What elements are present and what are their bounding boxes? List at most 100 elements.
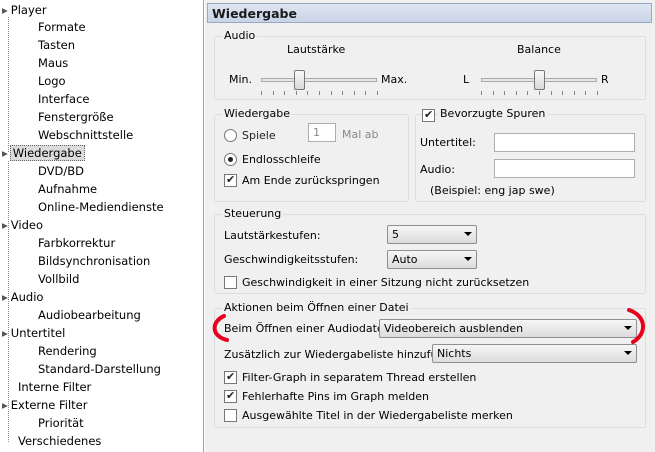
bad-pins-checkbox[interactable] (224, 389, 237, 403)
tree-node-wiedergabe[interactable]: ▸ Wiedergabe (2, 145, 85, 161)
slider-tick (272, 91, 274, 95)
slider-tick (284, 91, 286, 95)
tree-node-untertitel[interactable]: ▸ Untertitel (2, 325, 65, 341)
bad-pins-label: Fehlerhafte Pins im Graph melden (242, 390, 429, 403)
tree-item-label: Aufnahme (38, 182, 98, 196)
volume-steps-label: Lautstärkestufen: (224, 229, 321, 242)
annotation-bracket-left (212, 314, 229, 342)
loop-radio[interactable] (224, 153, 237, 166)
tree-item-label: Farbkorrektur (38, 236, 116, 250)
tree-item-label: Rendering (38, 344, 97, 358)
tree-item-verschiedenes[interactable]: Verschiedenes (18, 433, 101, 449)
tree-item-maus[interactable]: Maus (38, 55, 68, 71)
slider-tick (319, 91, 320, 95)
tree-item-label: Maus (38, 56, 69, 70)
slider-tick (585, 91, 587, 95)
tree-item-standard-darstellung[interactable]: Standard-Darstellung (38, 361, 161, 377)
preferred-tracks-checkbox[interactable] (422, 108, 435, 122)
playback-group: Wiedergabe Spiele 1 Mal ab Endlosschleif… (214, 107, 409, 202)
settings-panel: Wiedergabe Audio Lautstärke Min. Max. Ba… (205, 0, 655, 452)
tree-item-fenstergroesse[interactable]: Fenstergröße (38, 109, 114, 125)
tree-item-label: DVD/BD (38, 164, 84, 178)
tree-item-label: Player (10, 3, 47, 17)
tree-node-externe-filter[interactable]: ▸ Externe Filter (2, 397, 87, 413)
tree-item-label: Video (10, 218, 44, 232)
filter-thread-checkbox[interactable] (224, 370, 237, 384)
tree-item-label: Interface (38, 92, 90, 106)
tree-item-bildsynchronisation[interactable]: Bildsynchronisation (38, 253, 150, 269)
speed-steps-dropdown[interactable]: Auto (387, 250, 477, 269)
tree-item-label: Priorität (38, 416, 84, 430)
balance-left-label: L (463, 73, 470, 86)
preferred-tracks-group: Bevorzugte Spuren Untertitel: Audio: (Be… (415, 107, 646, 202)
volume-slider-track (261, 78, 377, 82)
balance-right-label: R (601, 73, 609, 86)
volume-steps-dropdown[interactable]: 5 (387, 225, 477, 244)
rewind-checkbox[interactable] (224, 173, 237, 187)
remember-titles-checkbox[interactable] (224, 409, 237, 422)
tree-item-aufnahme[interactable]: Aufnahme (38, 181, 97, 197)
slider-tick (492, 91, 494, 95)
tree-node-player[interactable]: ▸ Player (2, 2, 47, 18)
volume-steps-value: 5 (392, 228, 399, 241)
tree-item-rendering[interactable]: Rendering (38, 343, 97, 359)
tree-item-dvdbd[interactable]: DVD/BD (38, 163, 84, 179)
tree-item-audiobearbeitung[interactable]: Audiobearbeitung (38, 307, 141, 323)
slider-tick (527, 91, 529, 95)
tree-item-label: Fenstergröße (38, 110, 114, 124)
settings-tree: ▸ Player Formate Tasten Maus Logo Interfa… (0, 0, 204, 452)
tree-item-tasten[interactable]: Tasten (38, 37, 75, 53)
tree-item-formate[interactable]: Formate (38, 19, 86, 35)
slider-tick (307, 91, 309, 95)
volume-min-label: Min. (229, 73, 253, 86)
slider-tick (597, 91, 598, 95)
tree-item-online-mediendienste[interactable]: Online-Mediendienste (38, 199, 164, 215)
tree-item-prioritaet[interactable]: Priorität (38, 415, 84, 431)
tree-node-video[interactable]: ▸ Video (2, 217, 43, 233)
tree-item-label-selected: Wiedergabe (9, 145, 85, 161)
slider-tick (515, 91, 517, 95)
slider-tick (261, 91, 262, 95)
tree-item-logo[interactable]: Logo (38, 73, 66, 89)
tree-item-label: Audio (10, 290, 44, 304)
tree-item-label: Audiobearbeitung (38, 308, 141, 322)
playback-group-title: Wiedergabe (222, 107, 293, 120)
tree-item-vollbild[interactable]: Vollbild (38, 271, 79, 287)
slider-tick (550, 91, 552, 95)
tree-item-label: Standard-Darstellung (38, 362, 161, 376)
balance-slider-thumb[interactable] (534, 70, 545, 90)
slider-tick (330, 91, 332, 95)
tree-item-farbkorrektur[interactable]: Farbkorrektur (38, 235, 115, 251)
tree-item-label: Formate (38, 20, 86, 34)
audio-language-input[interactable] (494, 159, 635, 178)
page-title: Wiedergabe (212, 6, 297, 21)
subtitle-label: Untertitel: (420, 136, 476, 149)
audio-language-label: Audio: (420, 163, 455, 176)
balance-label: Balance (517, 43, 561, 56)
play-count-input[interactable]: 1 (308, 123, 336, 142)
tree-item-label: Webschnittstelle (38, 128, 134, 142)
audio-group: Audio Lautstärke Min. Max. Balance L R (214, 29, 646, 100)
slider-tick (539, 91, 540, 95)
red-annotation-marks (212, 308, 645, 344)
slider-tick (562, 91, 564, 95)
tree-item-interne-filter[interactable]: Interne Filter (18, 379, 91, 395)
tree-item-webschnittstelle[interactable]: Webschnittstelle (38, 127, 133, 143)
tree-item-label: Logo (38, 74, 66, 88)
volume-slider-thumb[interactable] (294, 70, 306, 90)
control-group: Steuerung Lautstärkestufen: 5 Geschwindi… (214, 207, 646, 294)
slider-tick (353, 91, 355, 95)
tree-node-audio[interactable]: ▸ Audio (2, 289, 43, 305)
chevron-down-icon (464, 232, 472, 236)
no-speed-reset-checkbox[interactable] (224, 276, 237, 289)
tree-item-interface[interactable]: Interface (38, 91, 90, 107)
tree-item-label: Tasten (38, 38, 76, 52)
play-count-label: Spiele (242, 129, 276, 142)
slider-tick (365, 91, 367, 95)
tree-item-label: Interne Filter (18, 380, 92, 394)
loop-label: Endlosschleife (242, 153, 321, 166)
tree-item-label: Externe Filter (10, 398, 88, 412)
subtitle-language-input[interactable] (494, 133, 635, 152)
play-count-radio[interactable] (224, 129, 237, 142)
rewind-label: Am Ende zurückspringen (242, 174, 380, 187)
